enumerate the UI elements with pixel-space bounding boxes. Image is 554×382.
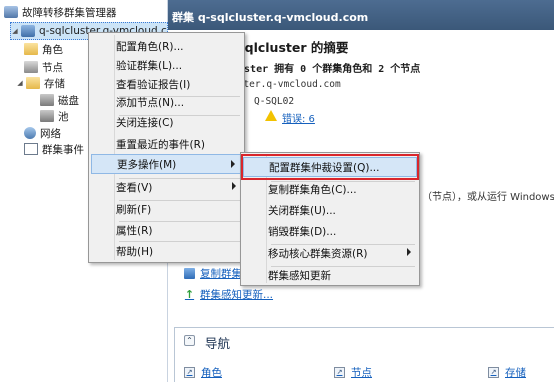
cluster-icon [21, 25, 35, 37]
cluster-aware-update-action[interactable]: ↑ 群集感知更新... [184, 287, 273, 302]
menu-item-label: 添加节点(N)... [116, 96, 185, 109]
submenu-arrow-icon [232, 182, 236, 190]
nav-link-nodes[interactable]: ↗ 节点 [334, 365, 372, 380]
nav-link-label: 节点 [351, 367, 372, 379]
nav-link-storage[interactable]: ↗ 存储 [488, 365, 526, 380]
network-icon [24, 127, 36, 139]
collapse-section-icon[interactable]: ⌃ [184, 335, 195, 346]
shortcut-icon: ↗ [334, 367, 345, 378]
tree-root-label: 故障转移群集管理器 [22, 6, 117, 19]
tree-item-label: 磁盘 [58, 94, 79, 107]
roles-icon [24, 43, 38, 55]
tree-item-label: 节点 [42, 61, 63, 74]
menu-item-label: 查看验证报告(I) [116, 78, 191, 91]
menu-item-refresh[interactable]: 刷新(F) [91, 199, 242, 219]
menu-item-move-core-resources[interactable]: 移动核心群集资源(R) [243, 243, 417, 263]
submenu-arrow-icon [407, 248, 411, 256]
tree-item-cluster-events[interactable]: 群集事件 [24, 140, 84, 158]
tree-item-label: 池 [58, 110, 69, 123]
tree-item-roles[interactable]: 角色 [24, 40, 63, 58]
cluster-context-menu: 配置角色(R)... 验证群集(L)... 查看验证报告(I) 添加节点(N).… [88, 32, 245, 263]
nav-link-label: 存储 [505, 367, 526, 379]
action-label: 群集感知更新... [200, 289, 274, 301]
cluster-manager-icon [4, 6, 18, 18]
menu-item-destroy-cluster[interactable]: 销毁群集(D)... [243, 221, 417, 241]
menu-item-view[interactable]: 查看(V) [91, 177, 242, 197]
tree-root[interactable]: 故障转移群集管理器 [4, 3, 117, 21]
menu-item-label: 群集感知更新 [268, 269, 331, 282]
menu-item-validate-cluster[interactable]: 验证群集(L)... [91, 55, 242, 75]
summary-node-name: Q-SQL02 [254, 96, 295, 107]
menu-item-label: 更多操作(M) [117, 158, 177, 171]
tree-item-storage[interactable]: ◢ 存储 [16, 74, 65, 92]
highlight-annotation-box [241, 154, 419, 180]
menu-item-more-actions[interactable]: 更多操作(M) [91, 154, 242, 174]
tree-item-label: 角色 [42, 43, 63, 56]
menu-item-configure-role[interactable]: 配置角色(R)... [91, 36, 242, 56]
tree-item-label: 存储 [44, 77, 65, 90]
nav-link-roles[interactable]: ↗ 角色 [184, 365, 222, 380]
event-log-icon [24, 143, 38, 155]
summary-title: -sqlcluster 的摘要 [232, 40, 349, 55]
submenu-arrow-icon [231, 160, 235, 168]
disk-icon [40, 94, 54, 106]
menu-item-label: 刷新(F) [116, 203, 152, 216]
tree-item-label: 网络 [40, 127, 61, 140]
menu-item-label: 关闭群集(U)... [268, 204, 336, 217]
collapse-icon[interactable]: ◢ [11, 27, 19, 35]
menu-item-add-node[interactable]: 添加节点(N)... [91, 92, 242, 112]
menu-item-label: 复制群集角色(C)... [268, 183, 357, 196]
menu-item-label: 销毁群集(D)... [268, 225, 337, 238]
menu-item-view-validation-report[interactable]: 查看验证报告(I) [91, 74, 242, 94]
copy-icon [184, 268, 195, 279]
menu-item-label: 配置角色(R)... [116, 40, 184, 53]
menu-item-cluster-aware-updating[interactable]: 群集感知更新 [243, 265, 417, 285]
menu-item-reset-recent-events[interactable]: 重置最近的事件(R) [91, 134, 242, 154]
pool-icon [40, 110, 54, 122]
shortcut-icon: ↗ [184, 367, 195, 378]
storage-icon [26, 77, 40, 89]
navigation-title: 导航 [205, 336, 231, 351]
nav-link-label: 角色 [201, 367, 222, 379]
menu-item-label: 关闭连接(C) [116, 116, 174, 129]
content-header-title: 群集 q-sqlcluster.q-vmcloud.com [172, 11, 369, 24]
tree-item-label: 群集事件 [42, 143, 84, 156]
configure-text: （节点），或从运行 Windows S [422, 192, 554, 203]
menu-item-label: 帮助(H) [116, 245, 154, 258]
nodes-icon [24, 61, 38, 73]
copy-cluster-action[interactable]: 复制群集 [184, 266, 242, 281]
menu-item-label: 重置最近的事件(R) [116, 138, 205, 151]
update-arrow-icon: ↑ [184, 288, 195, 301]
warning-icon [265, 110, 277, 121]
menu-item-close-connection[interactable]: 关闭连接(C) [91, 112, 242, 132]
menu-item-label: 移动核心群集资源(R) [268, 247, 368, 260]
collapse-icon[interactable]: ◢ [16, 79, 24, 87]
summary-description: luster 拥有 0 个群集角色和 2 个节点 [232, 64, 421, 75]
menu-item-shutdown-cluster[interactable]: 关闭群集(U)... [243, 200, 417, 220]
shortcut-icon: ↗ [488, 367, 499, 378]
errors-link[interactable]: 错误: 6 [282, 110, 315, 125]
summary-cluster-name: uster.q-vmcloud.com [232, 79, 341, 90]
menu-item-help[interactable]: 帮助(H) [91, 241, 242, 261]
menu-item-label: 属性(R) [116, 224, 153, 237]
menu-item-label: 查看(V) [116, 181, 153, 194]
content-header: 群集 q-sqlcluster.q-vmcloud.com [168, 0, 554, 30]
tree-item-pools[interactable]: 池 [40, 107, 69, 125]
action-label: 复制群集 [200, 268, 242, 280]
menu-item-label: 验证群集(L)... [116, 59, 183, 72]
menu-item-copy-cluster-roles[interactable]: 复制群集角色(C)... [243, 179, 417, 199]
menu-item-properties[interactable]: 属性(R) [91, 220, 242, 240]
